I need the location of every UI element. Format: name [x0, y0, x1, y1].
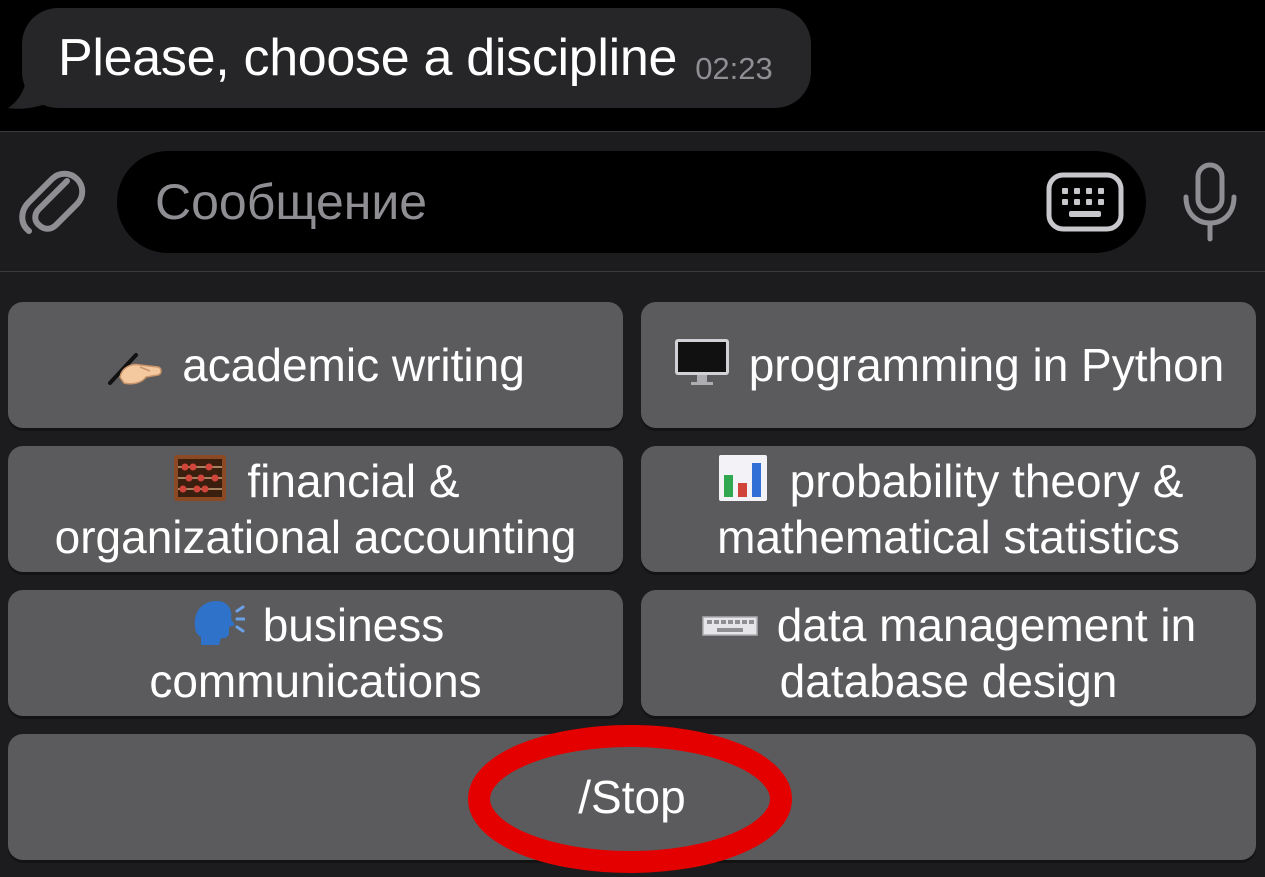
programming-python-button[interactable]: programming in Python: [641, 302, 1256, 428]
microphone-icon: [1183, 162, 1237, 242]
button-label-line2: database design: [779, 655, 1118, 707]
button-label-line1: data management in: [776, 599, 1197, 651]
keyboard-icon: [1046, 172, 1124, 232]
chat-area: Please, choose a discipline 02:23: [0, 0, 1265, 131]
probability-statistics-button[interactable]: probability theory & mathematical statis…: [641, 446, 1256, 572]
bot-reply-keyboard: academic writing programming in Python f…: [0, 272, 1265, 877]
message-timestamp: 02:23: [695, 51, 773, 86]
message-input[interactable]: [155, 151, 1015, 253]
button-label: academic writing: [182, 339, 525, 391]
button-label-line1: financial &: [247, 455, 460, 507]
message-text: Please, choose a discipline: [58, 29, 678, 87]
keyboard-icon: [702, 616, 758, 636]
data-management-button[interactable]: data management in database design: [641, 590, 1256, 716]
writing-hand-icon: [108, 353, 162, 385]
abacus-icon: [174, 455, 227, 501]
button-label-line2: mathematical statistics: [717, 511, 1180, 563]
financial-accounting-button[interactable]: financial & organizational accounting: [8, 446, 623, 572]
button-label: programming in Python: [748, 339, 1225, 391]
paperclip-icon: [19, 170, 86, 234]
desktop-computer-icon: [674, 339, 729, 385]
speaking-head-icon: [194, 601, 245, 645]
voice-record-button[interactable]: [1172, 160, 1248, 246]
incoming-message-bubble: Please, choose a discipline 02:23: [22, 8, 811, 108]
business-communications-button[interactable]: business communications: [8, 590, 623, 716]
attach-button[interactable]: [18, 164, 90, 242]
message-composer: [0, 131, 1265, 272]
button-label-line2: communications: [149, 655, 482, 707]
button-label-line1: probability theory &: [789, 455, 1184, 507]
academic-writing-button[interactable]: academic writing: [8, 302, 623, 428]
telegram-chat-screen: Please, choose a discipline 02:23 Сообще…: [0, 0, 1265, 877]
keyboard-toggle-button[interactable]: [1045, 169, 1125, 235]
stop-button[interactable]: /Stop: [8, 734, 1256, 860]
bar-chart-icon: [718, 455, 767, 501]
stop-label: /Stop: [578, 771, 686, 823]
button-label-line2: organizational accounting: [54, 511, 577, 563]
button-label-line1: business: [262, 599, 445, 651]
message-field[interactable]: [117, 151, 1146, 253]
